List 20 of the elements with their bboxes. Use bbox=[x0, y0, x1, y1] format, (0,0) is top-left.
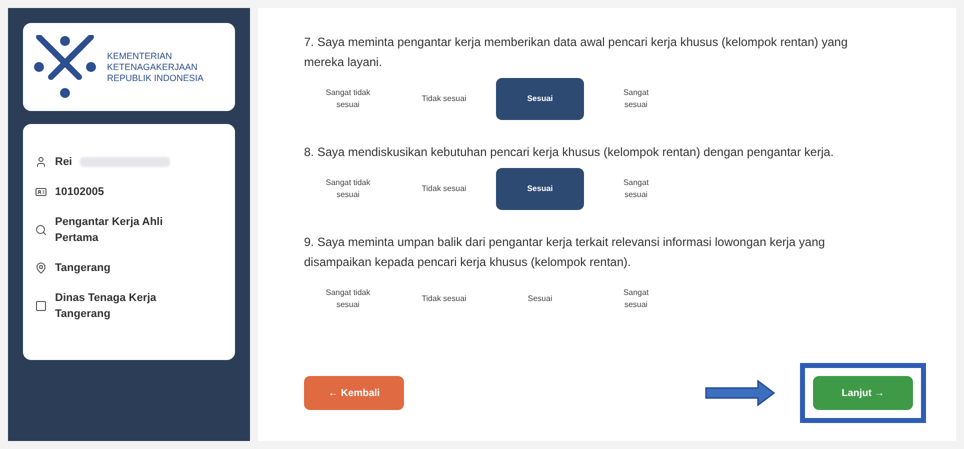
question-text: 9. Saya meminta umpan balik dari pengantar kerja terkait relevansi informasi lowongan kerja yang disampaikan kepada pencari kerja khusus (kelompok rentan). bbox=[304, 234, 826, 271]
map-pin-icon bbox=[35, 262, 47, 274]
answer-option[interactable]: Sesuai bbox=[496, 168, 584, 210]
profile-text: 10102005 bbox=[55, 185, 104, 200]
person-icon bbox=[35, 156, 47, 168]
profile-text: Tangerang bbox=[55, 261, 110, 276]
question-text: 7. Saya meminta pengantar kerja memberikan data awal pencari kerja khusus (kelompok rentan) yang mereka layani. bbox=[304, 34, 849, 71]
profile-text: Dinas Tenaga Kerja Tangerang bbox=[55, 291, 158, 322]
ministry-name: KETENAGAKERJAAN bbox=[107, 62, 199, 72]
question-text: 8. Saya mendiskusikan kebutuhan pencari kerja khusus (kelompok rentan) dengan pengantar kerja. bbox=[304, 144, 835, 161]
ministry-name: KEMENTERIAN bbox=[107, 50, 174, 62]
arrow-icon bbox=[704, 379, 776, 407]
profile-text: Pengantar Kerja Ahli Pertama bbox=[55, 215, 164, 246]
logo-icon bbox=[33, 35, 97, 99]
search-icon bbox=[35, 224, 47, 236]
profile-text: Rei bbox=[55, 155, 72, 170]
id-card-icon bbox=[35, 186, 47, 198]
next-button[interactable]: Lanjut → bbox=[813, 376, 913, 410]
answer-option[interactable]: Sesuai bbox=[496, 78, 584, 120]
ministry-name: REPUBLIK INDONESIA bbox=[107, 72, 204, 84]
